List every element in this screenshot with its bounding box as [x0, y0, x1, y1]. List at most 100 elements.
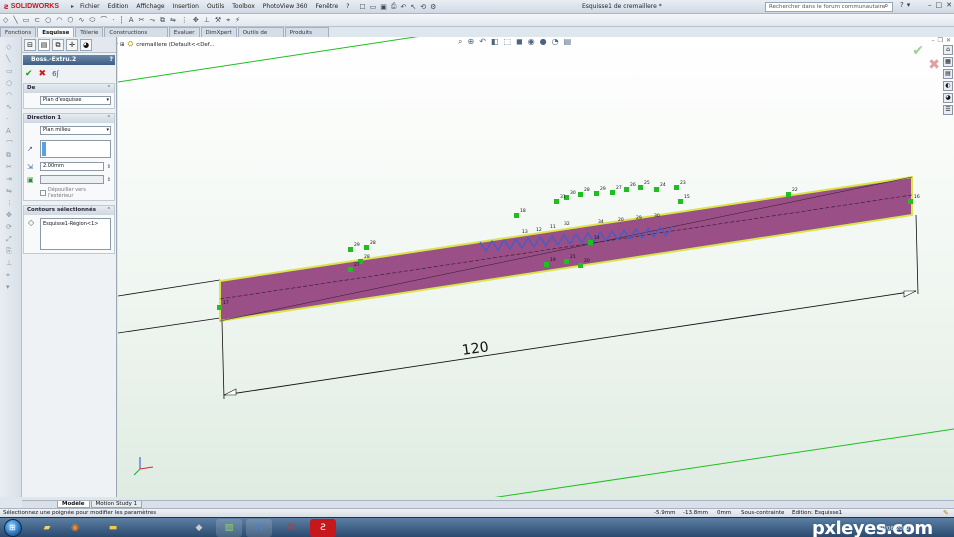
- scene-icon[interactable]: ◔: [552, 37, 559, 47]
- offset-icon[interactable]: ⧉: [160, 16, 165, 25]
- draft-spinner-icon[interactable]: ⇕: [107, 177, 111, 183]
- tab-modele[interactable]: Modèle: [57, 501, 90, 508]
- maximize-icon[interactable]: □: [936, 1, 943, 9]
- strip-spline-icon[interactable]: ∿: [6, 103, 12, 111]
- collapse-icon[interactable]: ⌃: [107, 114, 111, 123]
- help-icon[interactable]: ?: [900, 1, 904, 9]
- strip-text-icon[interactable]: A: [6, 127, 11, 135]
- help-button[interactable]: ?: [110, 55, 113, 65]
- strip-dimension-icon[interactable]: ◇: [6, 43, 11, 51]
- move-icon[interactable]: ✥: [193, 16, 199, 24]
- zoom-area-icon[interactable]: ⊕: [467, 37, 474, 47]
- open-icon[interactable]: ▭: [370, 3, 377, 11]
- display-style-icon[interactable]: ◼: [516, 37, 523, 47]
- menu-affichage[interactable]: Affichage: [132, 0, 168, 14]
- help-dropdown-icon[interactable]: ▾: [907, 1, 911, 9]
- tab-outils-de-rendu[interactable]: Outils de rendu: [237, 27, 284, 46]
- tab-dimxpert[interactable]: DimXpert: [200, 27, 237, 37]
- menu-fenetre[interactable]: Fenêtre: [312, 0, 343, 14]
- menu-edition[interactable]: Edition: [104, 0, 133, 14]
- firefox-taskbar-icon[interactable]: ◉: [62, 519, 88, 537]
- direction-vector-field[interactable]: [40, 140, 111, 158]
- ok-check-icon[interactable]: ✔: [25, 69, 33, 79]
- strip-offset-icon[interactable]: ⧉: [6, 151, 11, 160]
- word-taskbar-icon[interactable]: W: [246, 519, 272, 537]
- model-canvas[interactable]: 29 28 27 28 31 30 28 29 27 26 25 24 23 22 21 20 19 18 17 16…: [118, 37, 954, 497]
- spline-icon[interactable]: ∿: [78, 16, 84, 24]
- menu-insertion[interactable]: Insertion: [169, 0, 203, 14]
- strip-line-icon[interactable]: ╲: [6, 55, 10, 63]
- draft-toggle-icon[interactable]: ▣: [27, 176, 37, 184]
- dimension-line[interactable]: [223, 290, 917, 396]
- detailed-preview-icon[interactable]: 6ʃ: [52, 70, 59, 78]
- flyout-feature-tree[interactable]: ⊞ ⛭ cremaillere (Default<<Def...: [120, 40, 215, 49]
- trim-icon[interactable]: ✂: [139, 16, 145, 24]
- depth-input[interactable]: 2.00mm: [40, 162, 104, 171]
- strip-snap-icon[interactable]: ⌖: [6, 271, 10, 280]
- strip-more-icon[interactable]: ▾: [6, 283, 10, 291]
- design-library-icon[interactable]: ▦: [943, 57, 953, 67]
- explorer-taskbar-icon[interactable]: ▰: [34, 519, 60, 537]
- menu-fichier[interactable]: Fichier: [76, 0, 104, 14]
- strip-mirror-icon[interactable]: ⇋: [6, 187, 12, 195]
- rebuild-icon[interactable]: ⟲: [420, 3, 426, 11]
- fillet-icon[interactable]: ⌒: [100, 15, 107, 25]
- strip-scale-icon[interactable]: ⤢: [6, 235, 12, 244]
- checkbox-box[interactable]: [40, 190, 46, 196]
- confirm-ok-icon[interactable]: ✔: [912, 43, 924, 59]
- rapid-sketch-icon[interactable]: ⚡: [235, 16, 240, 24]
- menu-help[interactable]: ?: [342, 0, 353, 14]
- relations-icon[interactable]: ⊥: [204, 16, 210, 24]
- acrobat-taskbar-icon[interactable]: ⌘: [278, 519, 304, 537]
- viewport-close-icon[interactable]: ✕: [946, 37, 951, 44]
- resources-icon[interactable]: ⌂: [943, 45, 953, 55]
- strip-move-icon[interactable]: ✥: [6, 211, 12, 219]
- menu-photoview[interactable]: PhotoView 360: [259, 0, 312, 14]
- feature-manager-tab[interactable]: ⊟: [24, 38, 36, 51]
- folder-taskbar-icon[interactable]: ▬: [100, 519, 126, 537]
- display-manager-tab[interactable]: ◕: [80, 38, 92, 51]
- view-orientation-icon[interactable]: ⬚: [503, 37, 511, 47]
- strip-point-icon[interactable]: ·: [6, 115, 8, 123]
- text-icon[interactable]: A: [129, 16, 134, 24]
- group-de-header[interactable]: De ⌃: [24, 84, 114, 93]
- collapse-icon[interactable]: ⌃: [107, 84, 111, 93]
- file-explorer-icon[interactable]: ▤: [943, 69, 953, 79]
- polygon-icon[interactable]: ⬡: [67, 16, 73, 24]
- mirror-icon[interactable]: ⇋: [170, 16, 176, 24]
- strip-copy-icon[interactable]: ⎘: [6, 247, 12, 256]
- part-name[interactable]: cremaillere (Default<<Def...: [136, 42, 214, 48]
- minimize-icon[interactable]: –: [928, 1, 932, 9]
- menu-expand-icon[interactable]: ▸: [69, 3, 76, 10]
- smart-dimension-icon[interactable]: ◇: [3, 16, 8, 24]
- contours-list[interactable]: Esquisse1-Région<1>: [40, 218, 111, 250]
- arc-icon[interactable]: ◠: [56, 16, 62, 24]
- property-manager-tab[interactable]: ▤: [38, 38, 50, 51]
- strip-rectangle-icon[interactable]: ▭: [6, 67, 13, 75]
- end-condition-select[interactable]: Plan milieu ▾: [40, 126, 111, 135]
- group-direction-1-header[interactable]: Direction 1 ⌃: [24, 114, 114, 123]
- strip-arc-icon[interactable]: ◠: [6, 91, 12, 99]
- point-icon[interactable]: ·: [112, 16, 114, 24]
- section-view-icon[interactable]: ◧: [491, 37, 499, 47]
- pattern-icon[interactable]: ⋮: [181, 16, 188, 24]
- quick-snaps-icon[interactable]: ⌖: [226, 16, 230, 25]
- line-icon[interactable]: ╲: [13, 16, 17, 24]
- print-icon[interactable]: ⎙: [391, 2, 397, 11]
- tab-motion-study[interactable]: Motion Study 1: [90, 501, 143, 508]
- rectangle-icon[interactable]: ▭: [23, 16, 30, 24]
- graphics-area[interactable]: 29 28 27 28 31 30 28 29 27 26 25 24 23 22 21 20 19 18 17 16…: [118, 37, 954, 497]
- search-input[interactable]: Rechercher dans le forum communautaire: [765, 2, 893, 12]
- strip-fillet-icon[interactable]: ⌒: [6, 139, 13, 149]
- menu-outils[interactable]: Outils: [203, 0, 228, 14]
- circle-icon[interactable]: ○: [45, 16, 51, 24]
- start-condition-select[interactable]: Plan d'esquisse ▾: [40, 96, 111, 105]
- strip-circle-icon[interactable]: ○: [6, 79, 12, 87]
- viewport-minimize-icon[interactable]: –: [932, 37, 935, 44]
- draft-outward-checkbox[interactable]: Dépouiller vers l'extérieur: [24, 186, 114, 200]
- custom-properties-icon[interactable]: ☰: [943, 105, 953, 115]
- view-settings-icon[interactable]: ▤: [564, 37, 572, 47]
- app-taskbar-icon[interactable]: ◆: [186, 519, 212, 537]
- view-palette-icon[interactable]: ◐: [943, 81, 953, 91]
- tab-produits-office[interactable]: Produits Office: [284, 27, 329, 46]
